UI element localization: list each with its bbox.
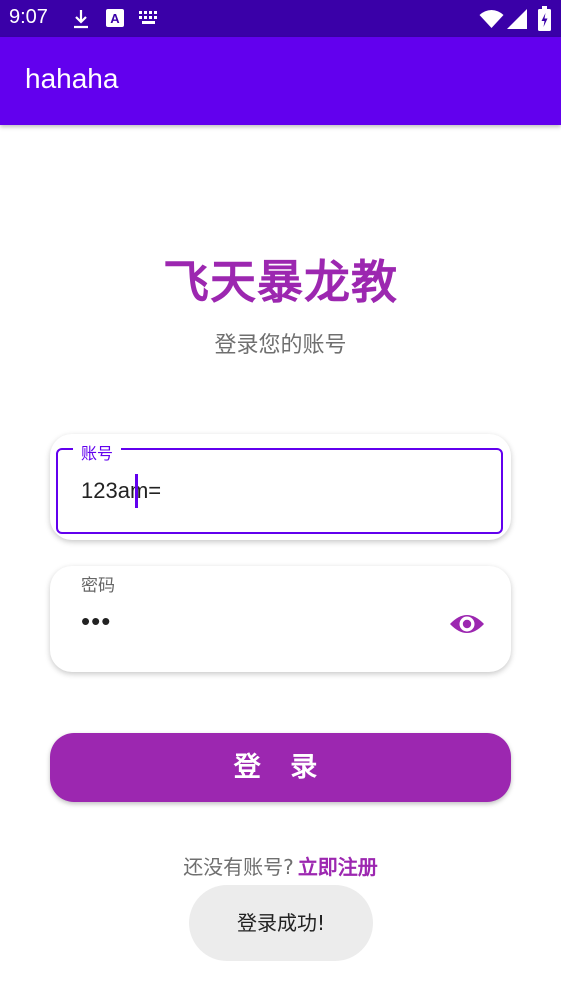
password-card[interactable] (50, 566, 511, 672)
app-title: hahaha (25, 63, 119, 94)
toast-message: 登录成功! (189, 885, 373, 961)
wifi-icon (479, 10, 504, 28)
battery-icon (538, 6, 551, 31)
login-subheading: 登录您的账号 (214, 333, 347, 358)
login-button[interactable]: 登 录 (50, 733, 511, 802)
app-bar: hahaha (0, 37, 561, 125)
register-prompt: 还没有账号? (183, 855, 294, 879)
login-heading: 飞天暴龙教 (163, 255, 398, 309)
download-icon (74, 10, 88, 29)
register-link[interactable]: 立即注册 (298, 855, 378, 879)
signal-icon (507, 9, 527, 29)
register-row: 还没有账号? 立即注册 (0, 851, 561, 880)
account-label: 账号 (73, 440, 122, 464)
svg-text:A: A (110, 11, 120, 26)
keyboard-icon (139, 11, 157, 24)
a-icon: A (106, 9, 124, 27)
account-input[interactable]: 123am= (81, 478, 161, 504)
status-bar: 9:07 A (0, 0, 561, 37)
eye-icon[interactable] (449, 609, 485, 639)
password-label: 密码 (81, 576, 115, 596)
status-time: 9:07 (9, 6, 48, 28)
text-cursor (135, 474, 138, 508)
password-input[interactable]: ••• (81, 606, 111, 637)
